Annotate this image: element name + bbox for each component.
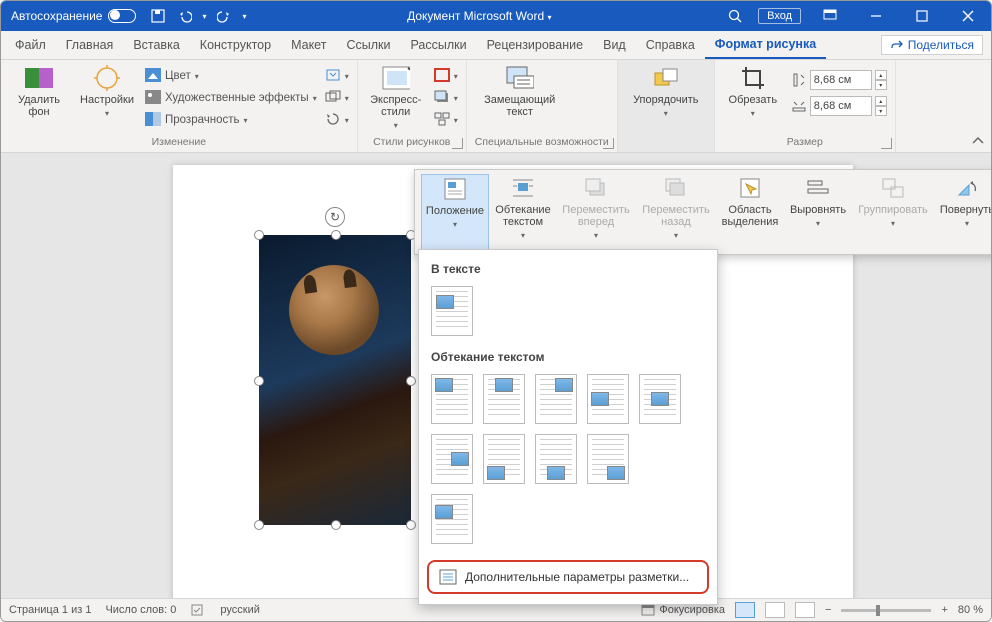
picture-border-button[interactable]: ▾ bbox=[434, 66, 458, 86]
arrange-button[interactable]: Упорядочить▾ bbox=[626, 64, 706, 120]
resize-handle[interactable] bbox=[254, 376, 264, 386]
tab-references[interactable]: Ссылки bbox=[336, 31, 400, 59]
resize-handle[interactable] bbox=[331, 520, 341, 530]
group-button: Группировать▾ bbox=[853, 174, 933, 252]
color-button[interactable]: Цвет ▾ bbox=[145, 66, 317, 86]
group-label-size: Размер bbox=[723, 136, 887, 150]
zoom-level[interactable]: 80 % bbox=[958, 604, 983, 616]
alt-text-button[interactable]: Замещающий текст bbox=[475, 64, 565, 118]
tab-view[interactable]: Вид bbox=[593, 31, 636, 59]
rotate-button[interactable]: Повернуть▾ bbox=[935, 174, 992, 252]
print-layout-view[interactable] bbox=[735, 602, 755, 618]
position-bot-center[interactable] bbox=[535, 434, 577, 484]
resize-handle[interactable] bbox=[406, 520, 416, 530]
position-bot-right[interactable] bbox=[587, 434, 629, 484]
collapse-ribbon-icon[interactable] bbox=[971, 134, 985, 148]
width-input[interactable]: 8,68 см ▴▾ bbox=[791, 96, 887, 116]
autosave-toggle[interactable] bbox=[108, 9, 136, 23]
tab-insert[interactable]: Вставка bbox=[123, 31, 189, 59]
resize-handle[interactable] bbox=[254, 230, 264, 240]
styles-launcher-icon[interactable] bbox=[452, 138, 463, 149]
rotate-handle-icon[interactable]: ↻ bbox=[325, 207, 345, 227]
picture-styles-button[interactable]: Экспресс- стили▾ bbox=[366, 64, 426, 132]
position-inline-option[interactable] bbox=[431, 286, 473, 336]
group-label-adjust: Изменение bbox=[9, 136, 349, 150]
compress-pictures-button[interactable]: ▾ bbox=[325, 66, 349, 86]
layout-options-icon bbox=[439, 569, 457, 585]
group-label-styles: Стили рисунков bbox=[366, 136, 458, 150]
undo-more-icon[interactable]: ▾ bbox=[202, 12, 206, 21]
search-icon[interactable] bbox=[712, 1, 758, 31]
title-bar: Автосохранение ▾ ▾ Документ Microsoft Wo… bbox=[1, 1, 991, 31]
share-button[interactable]: Поделиться bbox=[881, 35, 983, 55]
bring-forward-button: Переместить вперед▾ bbox=[557, 174, 635, 252]
position-top-left[interactable] bbox=[431, 374, 473, 424]
tab-review[interactable]: Рецензирование bbox=[477, 31, 594, 59]
ribbon: Удалить фон Настройки▾ Цвет ▾ Художестве… bbox=[1, 60, 991, 153]
tab-help[interactable]: Справка bbox=[636, 31, 705, 59]
close-icon[interactable] bbox=[945, 1, 991, 31]
size-launcher-icon[interactable] bbox=[881, 138, 892, 149]
tab-mailings[interactable]: Рассылки bbox=[400, 31, 476, 59]
page-count[interactable]: Страница 1 из 1 bbox=[9, 604, 91, 616]
section-wrap: Обтекание текстом bbox=[419, 346, 717, 368]
position-button[interactable]: Положение▾ bbox=[421, 174, 489, 252]
tab-picture-format[interactable]: Формат рисунка bbox=[705, 31, 826, 59]
wrap-text-button[interactable]: Обтекание текстом▾ bbox=[491, 174, 555, 252]
position-extra-option[interactable] bbox=[431, 494, 473, 544]
resize-handle[interactable] bbox=[406, 376, 416, 386]
inserted-picture[interactable]: ↻ bbox=[259, 235, 411, 525]
artistic-effects-button[interactable]: Художественные эффекты ▾ bbox=[145, 88, 317, 108]
height-input[interactable]: 8,68 см ▴▾ bbox=[791, 70, 887, 90]
ribbon-options-icon[interactable] bbox=[807, 1, 853, 31]
position-dropdown: В тексте Обтекание текстом Дополнительны… bbox=[418, 249, 718, 605]
redo-icon[interactable] bbox=[217, 8, 233, 24]
read-mode-view[interactable] bbox=[765, 602, 785, 618]
group-label-accessibility: Специальные возможности bbox=[475, 136, 609, 150]
language[interactable]: русский bbox=[220, 604, 259, 616]
change-picture-button[interactable]: ▾ bbox=[325, 88, 349, 108]
remove-background-button[interactable]: Удалить фон bbox=[9, 64, 69, 118]
spellcheck-icon[interactable] bbox=[190, 603, 206, 617]
more-layout-options[interactable]: Дополнительные параметры разметки... bbox=[427, 560, 709, 594]
save-icon[interactable] bbox=[150, 8, 166, 24]
align-button[interactable]: Выровнять▾ bbox=[785, 174, 851, 252]
tab-layout[interactable]: Макет bbox=[281, 31, 336, 59]
reset-picture-button[interactable]: ▾ bbox=[325, 110, 349, 130]
autosave-label: Автосохранение bbox=[11, 9, 102, 23]
picture-layout-button[interactable]: ▾ bbox=[434, 110, 458, 130]
position-mid-center[interactable] bbox=[639, 374, 681, 424]
position-top-center[interactable] bbox=[483, 374, 525, 424]
tab-home[interactable]: Главная bbox=[56, 31, 124, 59]
web-layout-view[interactable] bbox=[795, 602, 815, 618]
zoom-out-icon[interactable]: − bbox=[825, 604, 831, 616]
maximize-icon[interactable] bbox=[899, 1, 945, 31]
undo-icon[interactable] bbox=[176, 8, 192, 24]
arrange-toolbar: Положение▾ Обтекание текстом▾ Переместит… bbox=[414, 169, 992, 255]
picture-effects-button[interactable]: ▾ bbox=[434, 88, 458, 108]
accessibility-launcher-icon[interactable] bbox=[603, 138, 614, 149]
login-button[interactable]: Вход bbox=[758, 8, 801, 24]
selection-pane-button[interactable]: Область выделения bbox=[717, 174, 783, 252]
corrections-button[interactable]: Настройки▾ bbox=[77, 64, 137, 120]
minimize-icon[interactable] bbox=[853, 1, 899, 31]
document-title: Документ Microsoft Word ▾ bbox=[247, 9, 713, 23]
zoom-in-icon[interactable]: + bbox=[941, 604, 947, 616]
tab-design[interactable]: Конструктор bbox=[190, 31, 281, 59]
word-count[interactable]: Число слов: 0 bbox=[105, 604, 176, 616]
resize-handle[interactable] bbox=[254, 520, 264, 530]
position-mid-left[interactable] bbox=[587, 374, 629, 424]
position-mid-right[interactable] bbox=[431, 434, 473, 484]
ribbon-tabs: Файл Главная Вставка Конструктор Макет С… bbox=[1, 31, 991, 60]
resize-handle[interactable] bbox=[331, 230, 341, 240]
position-top-right[interactable] bbox=[535, 374, 577, 424]
transparency-button[interactable]: Прозрачность ▾ bbox=[145, 110, 317, 130]
section-inline: В тексте bbox=[419, 258, 717, 280]
position-bot-left[interactable] bbox=[483, 434, 525, 484]
tab-file[interactable]: Файл bbox=[5, 31, 56, 59]
send-backward-button: Переместить назад▾ bbox=[637, 174, 715, 252]
focus-mode[interactable]: Фокусировка bbox=[641, 604, 725, 616]
crop-button[interactable]: Обрезать▾ bbox=[723, 64, 783, 120]
zoom-slider[interactable] bbox=[841, 609, 931, 612]
